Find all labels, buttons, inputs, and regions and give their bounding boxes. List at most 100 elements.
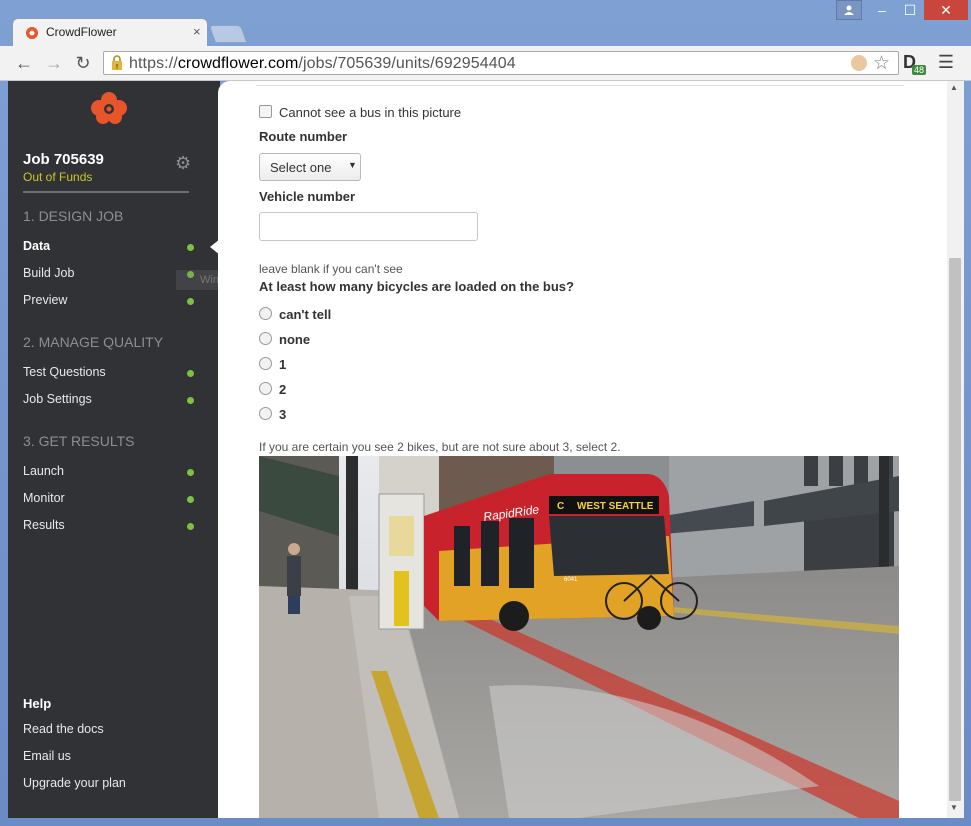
radio-button[interactable] [259,357,272,370]
bus-photo-illustration: WEST SEATTLE C RapidRide 6041 [259,456,899,818]
read-docs-link[interactable]: Read the docs [23,722,104,736]
sidebar-item-label: Test Questions [23,365,106,379]
scroll-up-arrow-icon[interactable]: ▲ [950,83,958,92]
bus-route-letter: C [557,501,564,512]
radio-label: 2 [279,382,287,397]
radio-option-3[interactable]: 3 [259,407,286,422]
sidebar-item-monitor[interactable]: Monitor [23,491,198,511]
forward-arrow-icon[interactable]: → [42,52,66,74]
status-dot-icon [187,496,194,503]
radio-button[interactable] [259,382,272,395]
sidebar-item-job-settings[interactable]: Job Settings [23,392,198,412]
browser-tab[interactable]: CrowdFlower × [12,18,208,46]
sidebar-item-label: Preview [23,293,68,307]
extension-badge: 48 [912,65,927,75]
url-scheme: https:// [129,55,178,72]
sidebar-divider [23,191,189,193]
section-divider [256,85,904,86]
job-status: Out of Funds [23,170,93,184]
vehicle-hint: leave blank if you can't see [259,262,403,276]
url-text: https://crowdflower.com/jobs/705639/unit… [129,55,516,73]
job-title[interactable]: Job 705639 [23,151,104,168]
cookie-extension-icon[interactable] [851,55,867,71]
radio-label: 1 [279,357,287,372]
radio-label: none [279,332,311,347]
gear-icon[interactable]: ⚙ [175,153,191,174]
reload-icon[interactable]: ↻ [71,52,95,74]
main-content: Cannot see a bus in this picture Route n… [218,81,947,818]
sidebar-item-test-questions[interactable]: Test Questions [23,365,198,385]
title-bar: CrowdFlower × – ☐ ✕ [0,0,971,46]
crowdflower-logo-icon[interactable] [88,91,130,125]
vehicle-number-input[interactable] [259,212,478,241]
status-dot-icon [187,298,194,305]
address-bar[interactable]: ! https://crowdflower.com/jobs/705639/un… [103,51,899,75]
vertical-scrollbar[interactable]: ▲ ▼ [947,81,964,818]
maximize-button[interactable]: ☐ [896,0,924,20]
new-tab-button[interactable] [208,25,248,43]
browser-toolbar: ← → ↻ ! https://crowdflower.com/jobs/705… [0,46,971,81]
section-heading-design: 1. Design Job [23,208,124,224]
email-us-link[interactable]: Email us [23,749,71,763]
radio-label: can't tell [279,307,332,322]
no-bus-checkbox[interactable] [259,105,272,118]
radio-option-1[interactable]: 1 [259,357,286,372]
route-number-select[interactable]: Select one ▼ [259,153,361,181]
sidebar-item-launch[interactable]: Launch [23,464,198,484]
radio-label: 3 [279,407,287,422]
section-heading-quality: 2. Manage Quality [23,334,164,350]
bus-photo: WEST SEATTLE C RapidRide 6041 [259,456,899,818]
radio-button[interactable] [259,332,272,345]
scroll-down-arrow-icon[interactable]: ▼ [950,803,958,812]
radio-button[interactable] [259,307,272,320]
dashlane-extension-icon[interactable]: D 48 [903,52,927,75]
status-dot-icon [187,244,194,251]
minimize-button[interactable]: – [868,0,896,20]
sidebar-item-preview[interactable]: Preview [23,293,198,313]
warning-lock-icon: ! [112,55,122,71]
back-arrow-icon[interactable]: ← [12,52,36,74]
sidebar-item-label: Build Job [23,266,75,280]
sidebar-item-label: Data [23,239,51,253]
crowdflower-favicon-icon [26,27,38,39]
radio-button[interactable] [259,407,272,420]
chevron-down-icon: ▼ [348,160,357,170]
upgrade-plan-link[interactable]: Upgrade your plan [23,776,126,790]
sidebar-item-label: Launch [23,464,65,478]
section-heading-results: 3. Get Results [23,433,135,449]
route-number-label: Route number [259,129,348,144]
bikes-hint: If you are certain you see 2 bikes, but … [259,440,621,454]
sidebar-item-data[interactable]: Data [23,239,198,259]
sidebar-item-label: Results [23,518,65,532]
browser-window: CrowdFlower × – ☐ ✕ ← → ↻ ! https://crow… [0,0,971,826]
profile-icon[interactable] [836,0,862,20]
svg-text:!: ! [116,64,118,71]
radio-option-2[interactable]: 2 [259,382,286,397]
sidebar-item-label: Monitor [23,491,65,505]
status-dot-icon [187,523,194,530]
url-path: /jobs/705639/units/692954404 [298,55,516,72]
scrollbar-thumb[interactable] [949,258,961,801]
no-bus-checkbox-row[interactable]: Cannot see a bus in this picture [259,105,461,120]
help-heading: Help [23,696,52,711]
close-window-button[interactable]: ✕ [924,0,968,20]
sidebar-item-results[interactable]: Results [23,518,198,538]
status-dot-icon [187,370,194,377]
tab-close-icon[interactable]: × [193,24,201,39]
vehicle-number-label: Vehicle number [259,189,356,204]
status-dot-icon [187,397,194,404]
sidebar-item-label: Job Settings [23,392,92,406]
radio-option-none[interactable]: none [259,332,310,347]
sidebar: Job 705639 Out of Funds ⚙ 1. Design Job … [8,81,239,818]
route-select-value: Select one [270,160,332,175]
url-host: crowdflower.com [177,55,299,72]
radio-option-cant-tell[interactable]: can't tell [259,307,331,322]
sidebar-item-build-job[interactable]: Build Job [23,266,198,286]
bookmark-star-icon[interactable]: ☆ [873,52,890,75]
bus-fleet-number: 6041 [564,577,578,583]
browser-menu-icon[interactable]: ☰ [935,52,957,74]
tab-title: CrowdFlower [46,25,117,39]
bikes-question: At least how many bicycles are loaded on… [259,279,574,294]
status-dot-icon [187,469,194,476]
bus-destination-sign: WEST SEATTLE [577,501,654,512]
